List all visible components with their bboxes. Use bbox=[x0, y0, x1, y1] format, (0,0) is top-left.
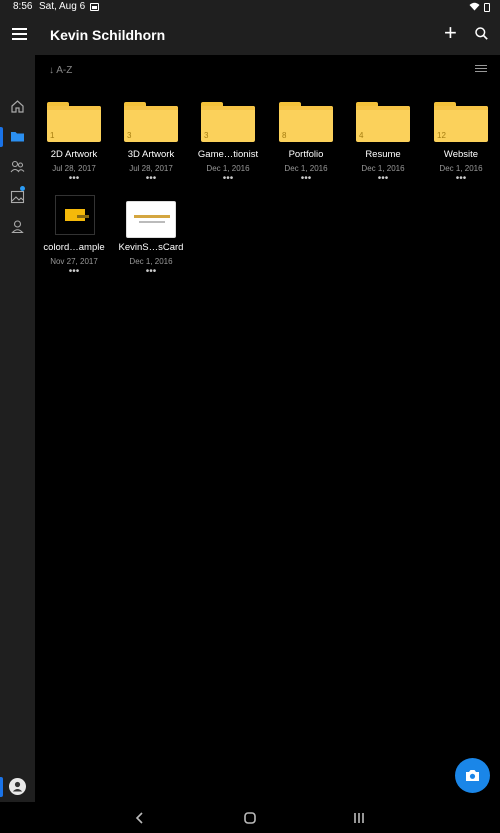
navigation-rail bbox=[0, 55, 35, 802]
item-date: Dec 1, 2016 bbox=[361, 164, 405, 173]
nav-files[interactable] bbox=[0, 123, 35, 151]
account-active-indicator bbox=[0, 777, 3, 797]
home-nav-icon[interactable] bbox=[240, 810, 260, 826]
account-avatar[interactable] bbox=[0, 773, 35, 802]
folder-icon: 8 bbox=[279, 102, 333, 142]
back-icon[interactable] bbox=[130, 810, 150, 826]
people-icon bbox=[10, 160, 25, 173]
item-name: 2D Artwork bbox=[50, 149, 98, 160]
item-name: Game…tionist bbox=[197, 149, 259, 160]
more-options-icon[interactable]: ••• bbox=[143, 267, 159, 277]
menu-icon[interactable] bbox=[12, 28, 27, 40]
folder-item[interactable]: 4 Resume Dec 1, 2016 ••• bbox=[348, 102, 418, 192]
photos-icon bbox=[10, 190, 25, 204]
more-options-icon[interactable]: ••• bbox=[66, 174, 82, 184]
home-icon bbox=[11, 100, 24, 113]
notification-dot bbox=[20, 186, 25, 191]
item-name: Resume bbox=[365, 149, 401, 160]
sort-bar: ↓ A-Z bbox=[35, 55, 500, 85]
more-options-icon[interactable]: ••• bbox=[66, 267, 82, 277]
more-options-icon[interactable]: ••• bbox=[298, 174, 314, 184]
avatar bbox=[9, 778, 26, 795]
status-date: Sat, Aug 6 bbox=[39, 1, 86, 12]
folder-count: 12 bbox=[437, 131, 446, 140]
search-icon[interactable] bbox=[475, 27, 488, 40]
item-name: 3D Artwork bbox=[127, 149, 175, 160]
item-date: Nov 27, 2017 bbox=[50, 257, 98, 266]
folder-count: 3 bbox=[127, 131, 132, 140]
more-options-icon[interactable]: ••• bbox=[375, 174, 391, 184]
folder-icon: 1 bbox=[47, 102, 101, 142]
item-name: Website bbox=[443, 149, 479, 160]
item-date: Dec 1, 2016 bbox=[206, 164, 250, 173]
folder-count: 4 bbox=[359, 131, 364, 140]
nav-home[interactable] bbox=[0, 93, 35, 121]
battery-icon bbox=[484, 3, 490, 12]
file-item[interactable]: KevinS…sCard Dec 1, 2016 ••• bbox=[116, 201, 186, 291]
more-options-icon[interactable]: ••• bbox=[143, 174, 159, 184]
sort-button[interactable]: ↓ A-Z bbox=[49, 65, 72, 76]
more-options-icon[interactable]: ••• bbox=[220, 174, 236, 184]
folder-item[interactable]: 3 Game…tionist Dec 1, 2016 ••• bbox=[193, 102, 263, 192]
item-date: Dec 1, 2016 bbox=[284, 164, 328, 173]
folder-count: 3 bbox=[204, 131, 209, 140]
more-options-icon[interactable]: ••• bbox=[453, 174, 469, 184]
page-title: Kevin Schildhorn bbox=[50, 27, 166, 43]
folder-count: 8 bbox=[282, 131, 287, 140]
person-icon bbox=[11, 220, 24, 234]
nav-shared[interactable] bbox=[0, 153, 35, 181]
folder-icon: 12 bbox=[434, 102, 488, 142]
system-nav-bar bbox=[0, 802, 500, 833]
item-date: Jul 28, 2017 bbox=[129, 164, 173, 173]
recents-icon[interactable] bbox=[349, 810, 369, 826]
folder-count: 1 bbox=[50, 131, 55, 140]
camera-button[interactable] bbox=[455, 758, 490, 793]
folder-item[interactable]: 1 2D Artwork Jul 28, 2017 ••• bbox=[39, 102, 109, 192]
item-name: Portfolio bbox=[288, 149, 324, 160]
file-thumbnail bbox=[126, 201, 176, 238]
folder-item[interactable]: 12 Website Dec 1, 2016 ••• bbox=[426, 102, 496, 192]
status-time: 8:56 bbox=[13, 1, 33, 12]
app-bar: Kevin Schildhorn + bbox=[0, 14, 500, 55]
item-name: KevinS…sCard bbox=[118, 242, 184, 253]
folder-icon bbox=[11, 132, 24, 142]
camera-icon bbox=[466, 770, 479, 781]
view-options-icon[interactable] bbox=[475, 65, 487, 75]
nav-me[interactable] bbox=[0, 213, 35, 241]
file-thumbnail bbox=[55, 195, 95, 235]
status-bar: 8:56 Sat, Aug 6 bbox=[0, 0, 500, 14]
add-icon[interactable]: + bbox=[444, 22, 457, 44]
item-date: Dec 1, 2016 bbox=[129, 257, 173, 266]
folder-icon: 3 bbox=[124, 102, 178, 142]
active-indicator bbox=[0, 127, 3, 147]
file-item[interactable]: colord…ample Nov 27, 2017 ••• bbox=[39, 195, 109, 285]
item-date: Dec 1, 2016 bbox=[439, 164, 483, 173]
folder-icon: 3 bbox=[201, 102, 255, 142]
wifi-icon bbox=[469, 2, 480, 14]
item-name: colord…ample bbox=[43, 242, 105, 253]
folder-icon: 4 bbox=[356, 102, 410, 142]
folder-item[interactable]: 8 Portfolio Dec 1, 2016 ••• bbox=[271, 102, 341, 192]
nav-photos[interactable] bbox=[0, 183, 35, 211]
item-date: Jul 28, 2017 bbox=[52, 164, 96, 173]
image-notification-icon bbox=[90, 3, 99, 11]
folder-item[interactable]: 3 3D Artwork Jul 28, 2017 ••• bbox=[116, 102, 186, 192]
